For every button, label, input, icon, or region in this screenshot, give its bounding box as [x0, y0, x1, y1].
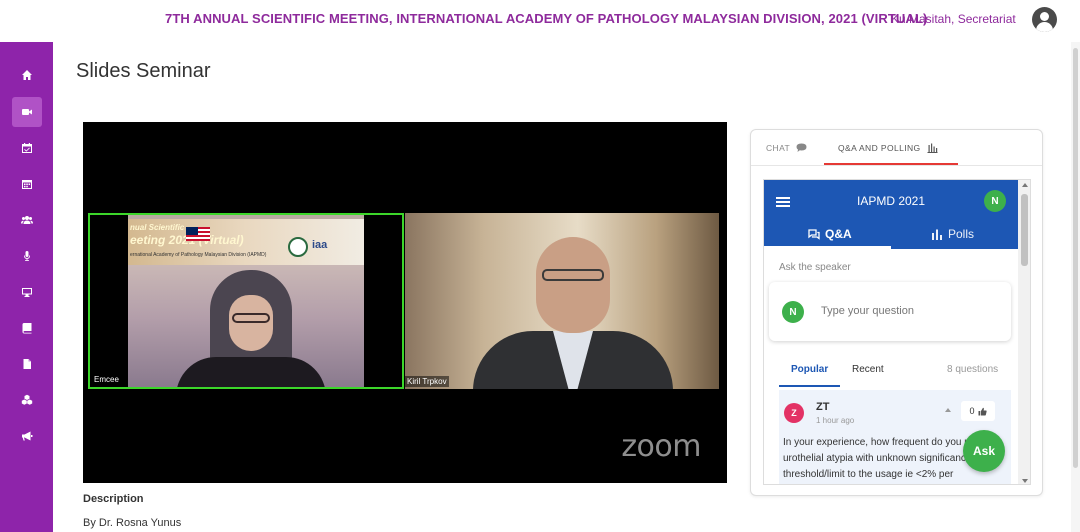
- home-icon: [22, 70, 32, 80]
- slido-tab-polls-label: Polls: [948, 227, 975, 241]
- polls-icon: [932, 229, 942, 240]
- active-tab-indicator: [824, 163, 958, 165]
- calendar-check-icon: [22, 143, 32, 153]
- bar-chart-icon: [927, 143, 938, 153]
- avatar-head: [1040, 12, 1049, 21]
- user-name[interactable]: Ku Masitah, Secretariat: [891, 12, 1016, 26]
- sidebar-item-schedule[interactable]: [12, 133, 42, 163]
- emcee-face: [229, 295, 273, 351]
- iaa-logo: iaa: [312, 239, 328, 251]
- zoom-watermark: zoom: [621, 429, 701, 464]
- sidebar-item-calendar[interactable]: [12, 169, 42, 199]
- sidebar-item-home[interactable]: [12, 60, 42, 90]
- embed-scrollbar[interactable]: [1018, 180, 1030, 484]
- sidebar-item-sponsors[interactable]: [12, 385, 42, 415]
- sidebar-item-announcements[interactable]: [12, 421, 42, 451]
- microphone-icon: [24, 251, 30, 261]
- page-scrollbar[interactable]: [1071, 42, 1080, 532]
- interaction-panel: CHAT Q&A AND POLLING IAPMD 2021 N Q&A Po…: [750, 129, 1043, 496]
- megaphone-icon: [22, 431, 33, 441]
- sort-popular-tab[interactable]: Popular: [791, 364, 828, 375]
- qa-icon: [808, 228, 820, 240]
- sidebar-item-abstracts[interactable]: [12, 313, 42, 343]
- hamburger-menu-icon[interactable]: [776, 197, 790, 207]
- app-window: 7TH ANNUAL SCIENTIFIC MEETING, INTERNATI…: [0, 0, 1080, 532]
- like-button[interactable]: 0: [961, 401, 995, 421]
- calendar-icon: [22, 180, 32, 189]
- ask-the-speaker-label: Ask the speaker: [779, 262, 851, 273]
- event-banner: nual Scientific eeting 2021 (Virtual) er…: [128, 219, 364, 265]
- question-author: ZT: [816, 401, 830, 413]
- slido-tab-qa-label: Q&A: [825, 227, 852, 241]
- slido-tab-qa[interactable]: Q&A: [808, 227, 852, 241]
- user-avatar-icon[interactable]: [1032, 7, 1057, 32]
- thumbs-up-icon: [978, 407, 987, 415]
- video-camera-icon: [22, 109, 32, 115]
- book-icon: [22, 323, 32, 334]
- question-author-avatar: Z: [784, 403, 804, 423]
- like-count: 0: [969, 406, 975, 416]
- tab-chat-label: CHAT: [766, 143, 791, 153]
- ask-button[interactable]: Ask: [963, 430, 1005, 472]
- sidebar-item-video[interactable]: [12, 97, 42, 127]
- banner-line-3: ernational Academy of Pathology Malaysia…: [130, 252, 267, 258]
- participant-label-speaker: Kiril Trpkov: [405, 376, 449, 387]
- speaker-glasses: [542, 269, 604, 281]
- panel-tabs: CHAT Q&A AND POLLING: [751, 130, 1042, 166]
- academy-logo-icon: [288, 237, 308, 257]
- speaker-head: [536, 237, 610, 333]
- emcee-shoulders: [176, 357, 326, 387]
- scroll-down-arrow-icon[interactable]: [1022, 479, 1028, 483]
- emcee-glasses: [232, 313, 270, 323]
- expand-chevron-icon[interactable]: [945, 408, 951, 412]
- emcee-video-feed: nual Scientific eeting 2021 (Virtual) er…: [128, 215, 364, 387]
- sidebar-item-speakers[interactable]: [12, 241, 42, 271]
- malaysia-flag-icon: [186, 227, 210, 241]
- question-input[interactable]: Type your question: [821, 305, 914, 317]
- cubes-icon: [21, 394, 33, 405]
- video-player[interactable]: nual Scientific eeting 2021 (Virtual) er…: [83, 122, 727, 483]
- description-heading: Description: [83, 493, 144, 505]
- tab-qa-polling[interactable]: Q&A AND POLLING: [838, 143, 938, 153]
- slido-active-tab-indicator: [764, 246, 891, 249]
- question-input-box[interactable]: N Type your question: [769, 282, 1011, 341]
- top-header: 7TH ANNUAL SCIENTIFIC MEETING, INTERNATI…: [0, 0, 1080, 40]
- question-count: 8 questions: [947, 364, 999, 375]
- event-title: 7TH ANNUAL SCIENTIFIC MEETING, INTERNATI…: [165, 11, 928, 26]
- users-icon: [21, 216, 33, 224]
- sidebar-item-exhibition[interactable]: [12, 277, 42, 307]
- description-author: By Dr. Rosna Yunus: [83, 517, 182, 529]
- chat-bubble-icon: [796, 143, 807, 152]
- monitor-icon: [22, 288, 32, 297]
- sidebar-item-documents[interactable]: [12, 349, 42, 379]
- avatar-body: [1036, 22, 1053, 32]
- video-tile-emcee: nual Scientific eeting 2021 (Virtual) er…: [88, 213, 404, 389]
- file-icon: [23, 359, 31, 369]
- sort-recent-tab[interactable]: Recent: [852, 364, 884, 375]
- scrollbar-thumb[interactable]: [1021, 194, 1028, 266]
- slido-tab-polls[interactable]: Polls: [931, 227, 974, 241]
- page-title: Slides Seminar: [76, 60, 211, 82]
- scroll-up-arrow-icon[interactable]: [1022, 183, 1028, 187]
- page-scrollbar-thumb[interactable]: [1073, 48, 1078, 468]
- video-tile-speaker: Kiril Trpkov: [405, 213, 719, 389]
- slido-header: IAPMD 2021 N Q&A Polls: [764, 180, 1018, 249]
- sidebar-item-users[interactable]: [12, 205, 42, 235]
- tab-qa-polling-label: Q&A AND POLLING: [838, 143, 921, 153]
- banner-line-1: nual Scientific: [130, 223, 185, 232]
- sidebar: [0, 42, 53, 532]
- slido-user-avatar[interactable]: N: [984, 190, 1006, 212]
- participant-label-emcee: Emcee: [92, 374, 121, 385]
- slido-event-title: IAPMD 2021: [857, 194, 926, 208]
- question-user-avatar: N: [782, 301, 804, 323]
- question-time: 1 hour ago: [816, 416, 855, 425]
- sort-active-indicator: [779, 385, 840, 387]
- tab-chat[interactable]: CHAT: [766, 143, 807, 153]
- slido-embed: IAPMD 2021 N Q&A Polls Ask the speaker N…: [763, 179, 1031, 485]
